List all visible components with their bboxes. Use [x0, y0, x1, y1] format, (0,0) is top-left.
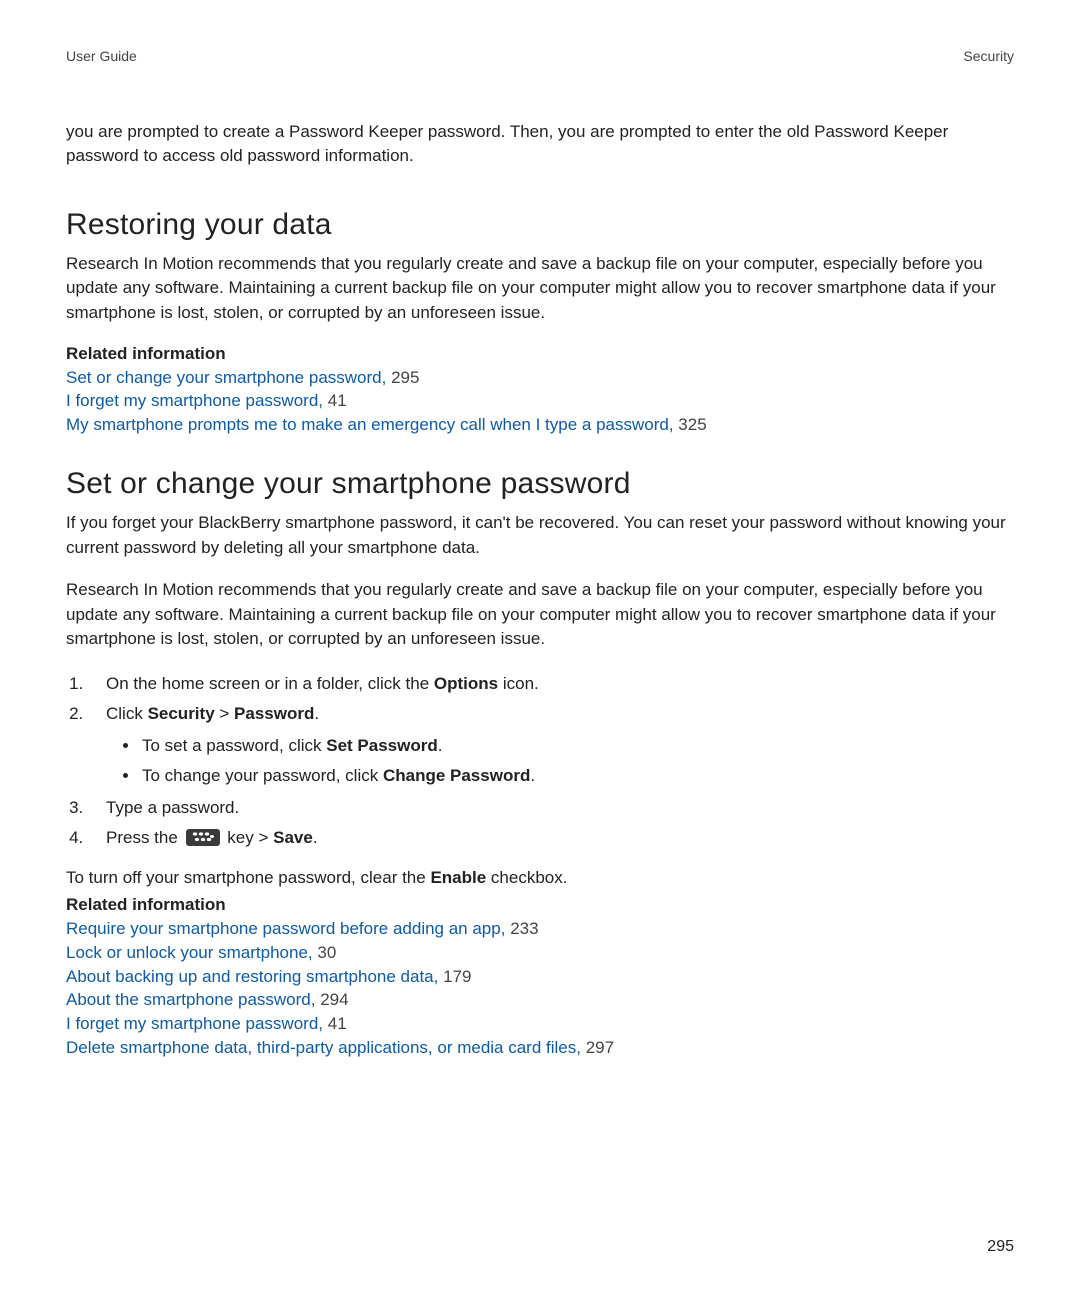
- step1-text-a: On the home screen or in a folder, click…: [106, 674, 434, 693]
- related-link-item: My smartphone prompts me to make an emer…: [66, 413, 1014, 437]
- bullet1-end: .: [438, 736, 443, 755]
- step2-bold2: Password: [234, 704, 314, 723]
- step4-a: Press the: [106, 828, 183, 847]
- step1-bold: Options: [434, 674, 498, 693]
- related-page-number: 233: [510, 919, 538, 938]
- section1-body: Research In Motion recommends that you r…: [66, 252, 1014, 326]
- link-about-backup-restore[interactable]: About backing up and restoring smartphon…: [66, 967, 438, 986]
- heading-set-or-change-password: Set or change your smartphone password: [66, 467, 1014, 501]
- related-page-number: 297: [586, 1038, 614, 1057]
- page-header: User Guide Security: [66, 48, 1014, 64]
- steps-list: On the home screen or in a folder, click…: [66, 670, 1014, 852]
- link-require-password-before-app[interactable]: Require your smartphone password before …: [66, 919, 505, 938]
- related-link-item: Lock or unlock your smartphone, 30: [66, 941, 1014, 965]
- bullet2-bold: Change Password: [383, 766, 530, 785]
- bullet-change-password: To change your password, click Change Pa…: [140, 762, 1014, 790]
- step2-sep: >: [215, 704, 234, 723]
- step2-bold1: Security: [148, 704, 215, 723]
- turnoff-a: To turn off your smartphone password, cl…: [66, 868, 430, 887]
- related-link-item: Delete smartphone data, third-party appl…: [66, 1036, 1014, 1060]
- link-forget-password[interactable]: I forget my smartphone password,: [66, 391, 323, 410]
- link-lock-unlock-smartphone[interactable]: Lock or unlock your smartphone,: [66, 943, 313, 962]
- step4-end: .: [313, 828, 318, 847]
- step-2: Click Security > Password. To set a pass…: [88, 700, 1014, 790]
- related-link-item: About the smartphone password, 294: [66, 988, 1014, 1012]
- related-page-number: 41: [328, 1014, 347, 1033]
- turnoff-note: To turn off your smartphone password, cl…: [66, 866, 1014, 891]
- related-link-item: I forget my smartphone password, 41: [66, 389, 1014, 413]
- section2-para2: Research In Motion recommends that you r…: [66, 578, 1014, 652]
- bullet1-bold: Set Password: [326, 736, 438, 755]
- heading-restoring-your-data: Restoring your data: [66, 208, 1014, 242]
- turnoff-b: checkbox.: [486, 868, 567, 887]
- related-link-item: Require your smartphone password before …: [66, 917, 1014, 941]
- bullet-set-password: To set a password, click Set Password.: [140, 732, 1014, 760]
- related-page-number: 295: [391, 368, 419, 387]
- link-about-smartphone-password[interactable]: About the smartphone password,: [66, 990, 315, 1009]
- related-page-number: 41: [328, 391, 347, 410]
- related-information-label-2: Related information: [66, 895, 1014, 915]
- turnoff-bold: Enable: [430, 868, 486, 887]
- link-set-or-change-password[interactable]: Set or change your smartphone password,: [66, 368, 386, 387]
- related-page-number: 30: [317, 943, 336, 962]
- bullet2-a: To change your password, click: [142, 766, 383, 785]
- related-link-item: About backing up and restoring smartphon…: [66, 965, 1014, 989]
- intro-paragraph: you are prompted to create a Password Ke…: [66, 120, 1014, 168]
- header-right: Security: [963, 48, 1014, 64]
- related-link-item: I forget my smartphone password, 41: [66, 1012, 1014, 1036]
- related-link-item: Set or change your smartphone password, …: [66, 366, 1014, 390]
- step-1: On the home screen or in a folder, click…: [88, 670, 1014, 698]
- link-forget-password-2[interactable]: I forget my smartphone password,: [66, 1014, 323, 1033]
- header-left: User Guide: [66, 48, 137, 64]
- bullet2-end: .: [530, 766, 535, 785]
- sub-bullets: To set a password, click Set Password. T…: [106, 732, 1014, 790]
- related-information-label: Related information: [66, 344, 1014, 364]
- step1-text-b: icon.: [498, 674, 539, 693]
- step4-bold: Save: [273, 828, 313, 847]
- bullet1-a: To set a password, click: [142, 736, 326, 755]
- step-4: Press the key > Save.: [88, 824, 1014, 852]
- related-page-number: 325: [678, 415, 706, 434]
- link-emergency-call-prompt[interactable]: My smartphone prompts me to make an emer…: [66, 415, 674, 434]
- related-page-number: 294: [320, 990, 348, 1009]
- step2-end: .: [314, 704, 319, 723]
- page-number: 295: [987, 1238, 1014, 1256]
- blackberry-key-icon: [186, 829, 220, 846]
- document-page: User Guide Security you are prompted to …: [0, 0, 1080, 1296]
- step4-b: key >: [223, 828, 274, 847]
- step-3: Type a password.: [88, 794, 1014, 822]
- section2-para1: If you forget your BlackBerry smartphone…: [66, 511, 1014, 560]
- step2-text-a: Click: [106, 704, 148, 723]
- related-page-number: 179: [443, 967, 471, 986]
- link-delete-smartphone-data[interactable]: Delete smartphone data, third-party appl…: [66, 1038, 581, 1057]
